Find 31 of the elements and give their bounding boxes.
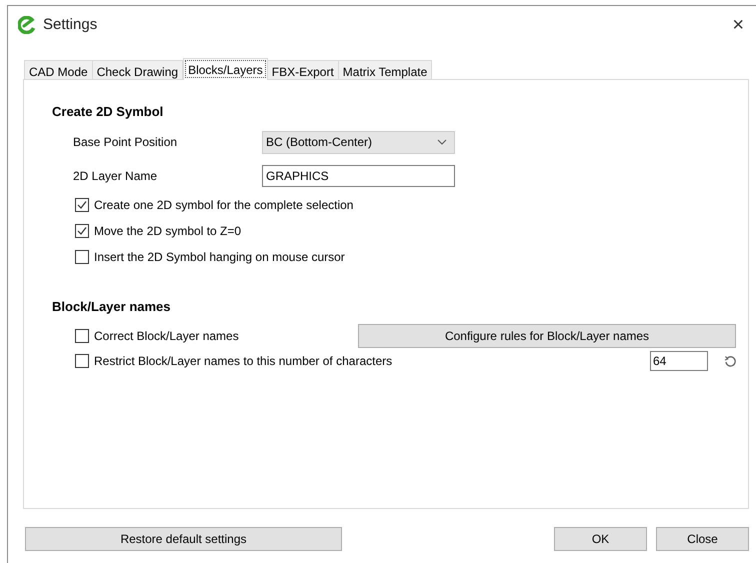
- chevron-down-icon: [437, 139, 447, 145]
- checkbox-label: Create one 2D symbol for the complete selection: [94, 196, 354, 214]
- text-field[interactable]: GRAPHICS: [262, 164, 455, 186]
- tab[interactable]: Matrix Template: [338, 60, 432, 79]
- checkbox[interactable]: [75, 354, 89, 368]
- close-button[interactable]: ×: [732, 15, 744, 35]
- field-label: 2D Layer Name: [73, 168, 158, 184]
- app-logo-icon: [18, 16, 36, 34]
- checkbox-label: Insert the 2D Symbol hanging on mouse cursor: [94, 248, 345, 266]
- dropdown[interactable]: BC (Bottom-Center): [262, 130, 455, 154]
- section-heading: Create 2D Symbol: [52, 103, 164, 121]
- reset-icon[interactable]: [724, 354, 737, 368]
- checkbox-label: Move the 2D symbol to Z=0: [94, 222, 242, 240]
- tab[interactable]: Check Drawing: [92, 60, 184, 79]
- close-button[interactable]: Close: [656, 527, 749, 551]
- checkbox-label: Restrict Block/Layer names to this number of characters: [94, 353, 392, 370]
- tab[interactable]: Blocks/Layers: [183, 58, 268, 80]
- checkbox[interactable]: [75, 198, 89, 212]
- checkbox[interactable]: [75, 224, 89, 238]
- number-field[interactable]: 64: [650, 351, 708, 371]
- section-heading: Block/Layer names: [52, 298, 172, 316]
- configure-rules-button[interactable]: Configure rules for Block/Layer names: [358, 324, 736, 348]
- ok-button[interactable]: OK: [554, 527, 647, 551]
- checkbox-label: Correct Block/Layer names: [94, 328, 239, 345]
- restore-defaults-button[interactable]: Restore default settings: [25, 527, 342, 551]
- tab[interactable]: CAD Mode: [24, 60, 93, 79]
- checkbox[interactable]: [75, 329, 89, 343]
- checkbox[interactable]: [75, 250, 89, 264]
- tab[interactable]: FBX-Export: [266, 60, 339, 79]
- field-label: Base Point Position: [73, 134, 178, 151]
- window-title: Settings: [43, 14, 98, 35]
